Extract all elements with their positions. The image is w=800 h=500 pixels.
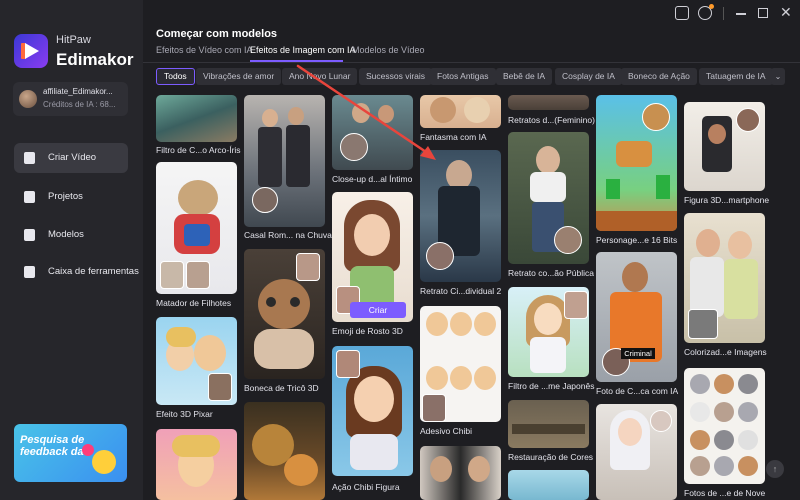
video-icon: [24, 152, 35, 164]
filter-chip-ai-baby[interactable]: Bebê de IA: [496, 68, 553, 85]
template-card[interactable]: [332, 95, 413, 170]
template-card-title: Fotos de ...e de Nove: [684, 488, 766, 498]
template-card[interactable]: [420, 150, 501, 282]
criminal-sign: Criminal: [621, 348, 655, 359]
template-card-title: Adesivo Chibi: [420, 426, 472, 436]
template-card-title: Retrato co...ão Pública: [508, 268, 594, 278]
sidebar-item-label: Modelos: [48, 229, 84, 240]
template-card-title: Retrato Ci...dividual 2: [420, 286, 502, 296]
close-button[interactable]: ✕: [780, 4, 792, 21]
template-card[interactable]: [684, 102, 765, 191]
template-card[interactable]: [508, 132, 589, 264]
chat-icon[interactable]: [675, 6, 689, 20]
filter-chip-viral[interactable]: Sucessos virais: [359, 68, 433, 85]
chevron-down-icon[interactable]: ⌄: [771, 68, 785, 85]
sidebar-item-create-video[interactable]: Criar Vídeo: [14, 143, 128, 173]
tab-video-templates[interactable]: Modelos de Vídeo: [352, 45, 425, 55]
template-card-title: Filtro de ...me Japonês: [508, 381, 595, 391]
template-card[interactable]: [420, 306, 501, 422]
template-card-title: Ação Chibi Figura: [332, 482, 400, 492]
account-name: affiliate_Edimakor...: [43, 87, 113, 96]
ai-credits: Créditos de IA : 68...: [43, 100, 116, 109]
template-card[interactable]: [244, 249, 325, 379]
template-card[interactable]: [244, 95, 325, 227]
tab-video-effects[interactable]: Efeitos de Vídeo com IA: [156, 45, 253, 55]
template-card-title: Figura 3D...martphone: [684, 195, 770, 205]
account-panel[interactable]: affiliate_Edimakor... Créditos de IA : 6…: [13, 82, 128, 116]
filter-chip-ai-tattoo[interactable]: Tatuagem de IA: [699, 68, 773, 85]
template-icon: [24, 229, 35, 241]
filter-chip-action-figure[interactable]: Boneco de Ação: [621, 68, 697, 85]
notification-icon[interactable]: [698, 4, 714, 20]
template-card[interactable]: [156, 317, 237, 405]
template-card[interactable]: [156, 95, 237, 142]
template-card[interactable]: [332, 346, 413, 476]
brand-name: Edimakor: [56, 50, 134, 69]
template-card[interactable]: [156, 429, 237, 500]
template-card[interactable]: [596, 95, 677, 231]
feedback-banner[interactable]: Pesquisa de feedback da: [14, 424, 127, 482]
sidebar-item-label: Criar Vídeo: [48, 152, 97, 163]
sidebar-item-label: Caixa de ferramentas: [48, 266, 139, 277]
sidebar-item-label: Projetos: [48, 191, 83, 202]
sidebar-item-templates[interactable]: Modelos: [14, 220, 128, 250]
tab-image-effects[interactable]: Efeitos de Imagem com IA: [250, 45, 356, 55]
template-card[interactable]: [684, 213, 765, 343]
window-separator: [723, 7, 724, 20]
scroll-to-top-button[interactable]: ↑: [766, 460, 784, 478]
template-card[interactable]: [596, 252, 677, 382]
template-card-title: Foto de C...ca com IA: [596, 386, 679, 396]
template-card-title: Boneca de Tricô 3D: [244, 383, 319, 393]
template-card-title: Emoji de Rosto 3D: [332, 326, 403, 336]
filter-chip-love[interactable]: Vibrações de amor: [196, 68, 282, 85]
filter-chip-lunar-new-year[interactable]: Ano Novo Lunar: [282, 68, 358, 85]
filter-chip-all[interactable]: Todos: [156, 68, 195, 85]
create-button[interactable]: Criar: [350, 302, 406, 318]
sidebar-item-toolbox[interactable]: Caixa de ferramentas: [14, 257, 139, 287]
template-card[interactable]: [596, 404, 677, 500]
tab-divider: [143, 62, 800, 63]
filter-chip-ai-cosplay[interactable]: Cosplay de IA: [555, 68, 622, 85]
template-card-title: Retratos d...(Feminino): [508, 115, 595, 125]
folder-icon: [24, 191, 35, 203]
template-card-title: Casal Rom... na Chuva: [244, 230, 332, 240]
template-card-title: Efeito 3D Pixar: [156, 409, 213, 419]
template-card[interactable]: [156, 162, 237, 294]
template-card[interactable]: [244, 402, 325, 500]
template-card[interactable]: [508, 95, 589, 110]
toolbox-icon: [24, 266, 35, 278]
sidebar-item-projects[interactable]: Projetos: [14, 182, 128, 212]
template-card-title: Personage...e 16 Bits: [596, 235, 678, 245]
template-card-title: Colorizad...e Imagens: [684, 347, 767, 357]
template-card[interactable]: [420, 95, 501, 128]
sidebar: HitPaw Edimakor affiliate_Edimakor... Cr…: [0, 0, 143, 500]
template-card-title: Close-up d...al Íntimo: [332, 174, 413, 184]
maximize-button[interactable]: [758, 8, 768, 18]
heart-icon: [82, 444, 94, 456]
avatar: [19, 90, 37, 108]
template-card[interactable]: [508, 400, 589, 448]
page-title: Começar com modelos: [156, 28, 278, 40]
filter-chip-old-photos[interactable]: Fotos Antigas: [430, 68, 496, 85]
template-card-title: Matador de Filhotes: [156, 298, 232, 308]
app-logo-icon: [14, 34, 48, 68]
emoji-icon: [92, 450, 116, 474]
template-card[interactable]: [508, 470, 589, 500]
template-card[interactable]: [684, 368, 765, 484]
template-card-title: Fantasma com IA: [420, 132, 487, 142]
feedback-text: Pesquisa de feedback da: [20, 434, 85, 458]
template-card[interactable]: [420, 446, 501, 500]
template-card[interactable]: [508, 287, 589, 377]
template-card-title: Restauração de Cores: [508, 452, 594, 462]
brand-name-top: HitPaw: [56, 34, 91, 46]
minimize-button[interactable]: [736, 13, 746, 15]
template-card-title: Filtro de C...o Arco-Íris: [156, 145, 241, 155]
